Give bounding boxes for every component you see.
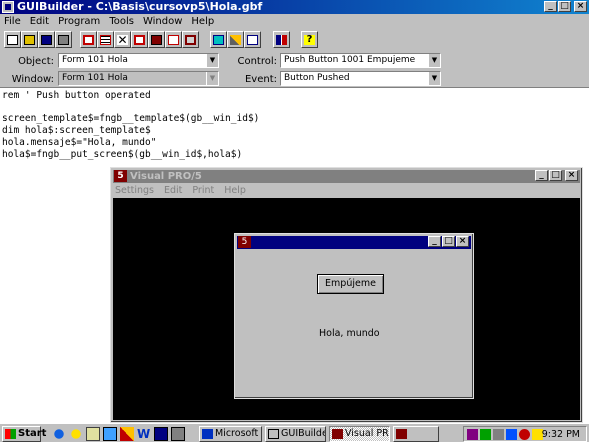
window-label: Window: — [11, 74, 54, 85]
mail-icon[interactable] — [86, 427, 100, 441]
word-icon[interactable]: W — [137, 427, 151, 441]
message-icon[interactable] — [165, 31, 182, 48]
task-blank[interactable] — [393, 426, 439, 442]
main-window-title: GUIBuilder - C:\Basis\cursovp5\Hola.gbf — [17, 0, 263, 13]
internet-explorer-icon[interactable] — [52, 427, 66, 441]
main-menubar: File Edit Program Tools Window Help — [0, 14, 589, 28]
resource-icon[interactable] — [182, 31, 199, 48]
task-guibuilder[interactable]: GUIBuilder... — [265, 426, 326, 442]
clock[interactable]: 9:32 PM — [542, 428, 580, 442]
control-select-value: Push Button 1001 Empujeme — [284, 55, 416, 65]
hola-mundo-text: Hola, mundo — [319, 328, 380, 339]
task-guibuilder-label: GUIBuilder... — [281, 428, 325, 439]
form-minimize-button[interactable]: _ — [428, 236, 441, 247]
object-select-value: Form 101 Hola — [62, 55, 128, 65]
app-quicklaunch-icon[interactable] — [154, 427, 168, 441]
vp5-title-bar[interactable]: 5 Visual PRO/5 _ □ × — [113, 170, 580, 183]
delete-icon[interactable]: ✕ — [114, 31, 131, 48]
system-tray: 9:32 PM — [463, 426, 587, 442]
tools-quicklaunch-icon[interactable] — [120, 427, 134, 441]
vp5-menubar: Settings Edit Print Help — [115, 184, 256, 197]
tools-icon[interactable] — [227, 31, 244, 48]
explorer-quicklaunch-icon[interactable] — [171, 427, 185, 441]
empujeme-button[interactable]: Empújeme — [317, 274, 384, 294]
outlook-express-icon[interactable] — [69, 427, 83, 441]
print-icon[interactable] — [55, 31, 72, 48]
code-text[interactable]: rem ' Push button operated screen_templa… — [2, 90, 259, 160]
help-question-icon[interactable]: ? — [301, 31, 318, 48]
chevron-down-icon[interactable]: ▼ — [428, 54, 440, 67]
form-hola-window[interactable]: 5 _ □ × Empújeme Hola, mundo — [234, 233, 474, 399]
menu-tools[interactable]: Tools — [109, 16, 134, 27]
vp5-maximize-button[interactable]: □ — [549, 170, 562, 181]
window-select-value: Form 101 Hola — [62, 73, 128, 83]
maximize-button[interactable]: □ — [558, 1, 571, 12]
window-select[interactable]: Form 101 Hola ▼ — [58, 71, 219, 86]
event-label: Event: — [244, 74, 277, 85]
task-microsoft-label: Microsoft ... — [215, 428, 261, 439]
form-maximize-button[interactable]: □ — [442, 236, 455, 247]
toolbar: ✕ ? — [0, 30, 589, 50]
main-title-bar[interactable]: GUIBuilder - C:\Basis\cursovp5\Hola.gbf … — [0, 0, 589, 14]
tile-windows-icon[interactable] — [273, 31, 290, 48]
object-select[interactable]: Form 101 Hola ▼ — [58, 53, 219, 68]
vp5-window-title: Visual PRO/5 — [130, 171, 202, 182]
pro5-app-icon[interactable]: 5 — [114, 170, 127, 182]
vp5-menu-print[interactable]: Print — [192, 185, 214, 196]
minimize-button[interactable]: _ — [544, 1, 557, 12]
vp5-menu-settings[interactable]: Settings — [115, 185, 154, 196]
pro5-form-icon[interactable]: 5 — [238, 236, 251, 248]
windows-flag-icon — [5, 429, 16, 439]
list-icon[interactable] — [97, 31, 114, 48]
tray-monitor-icon[interactable] — [506, 429, 517, 440]
chevron-down-icon[interactable]: ▼ — [206, 54, 218, 67]
run-pro5-icon[interactable] — [244, 31, 261, 48]
vp5-menu-edit[interactable]: Edit — [164, 185, 182, 196]
menu-help[interactable]: Help — [191, 16, 214, 27]
control-label: Control: — [237, 56, 277, 67]
taskbar: Start W Microsoft ... GUIBuilder... Visu… — [0, 423, 589, 442]
task-microsoft[interactable]: Microsoft ... — [199, 426, 262, 442]
event-select-value: Button Pushed — [284, 73, 350, 83]
build-icon[interactable] — [148, 31, 165, 48]
object-label: Object: — [18, 56, 54, 67]
tray-app-icon[interactable] — [467, 429, 478, 440]
pro5-task-icon — [396, 429, 407, 439]
start-button[interactable]: Start — [2, 426, 46, 442]
guibuilder-app-icon[interactable] — [2, 1, 14, 13]
edit-form-icon[interactable] — [131, 31, 148, 48]
new-file-icon[interactable] — [4, 31, 21, 48]
menu-edit[interactable]: Edit — [30, 16, 49, 27]
form-title-bar[interactable]: 5 _ □ × — [237, 236, 471, 249]
pro5-task-icon — [332, 429, 343, 439]
tray-network-icon[interactable] — [480, 429, 491, 440]
word-task-icon — [202, 429, 213, 439]
form-icon[interactable] — [80, 31, 97, 48]
form-close-button[interactable]: × — [456, 236, 469, 247]
menu-window[interactable]: Window — [143, 16, 182, 27]
guibuilder-task-icon — [268, 429, 279, 439]
menu-program[interactable]: Program — [58, 16, 100, 27]
close-button[interactable]: × — [574, 1, 587, 12]
open-folder-icon[interactable] — [21, 31, 38, 48]
vp5-menu-help[interactable]: Help — [224, 185, 246, 196]
task-visual-pro[interactable]: Visual PR... — [329, 426, 390, 442]
vp5-minimize-button[interactable]: _ — [535, 170, 548, 181]
tray-antivirus-icon[interactable] — [519, 429, 530, 440]
menu-file[interactable]: File — [4, 16, 21, 27]
window-icon[interactable] — [210, 31, 227, 48]
task-visual-pro-label: Visual PR... — [345, 428, 389, 439]
desktop-icon[interactable] — [103, 427, 117, 441]
control-select[interactable]: Push Button 1001 Empujeme ▼ — [280, 53, 441, 68]
save-disk-icon[interactable] — [38, 31, 55, 48]
event-select[interactable]: Button Pushed ▼ — [280, 71, 441, 86]
chevron-down-icon[interactable]: ▼ — [428, 72, 440, 85]
start-label: Start — [18, 428, 47, 439]
chevron-down-icon[interactable]: ▼ — [206, 72, 218, 85]
vp5-close-button[interactable]: × — [565, 170, 578, 181]
tray-printer-icon[interactable] — [493, 429, 504, 440]
